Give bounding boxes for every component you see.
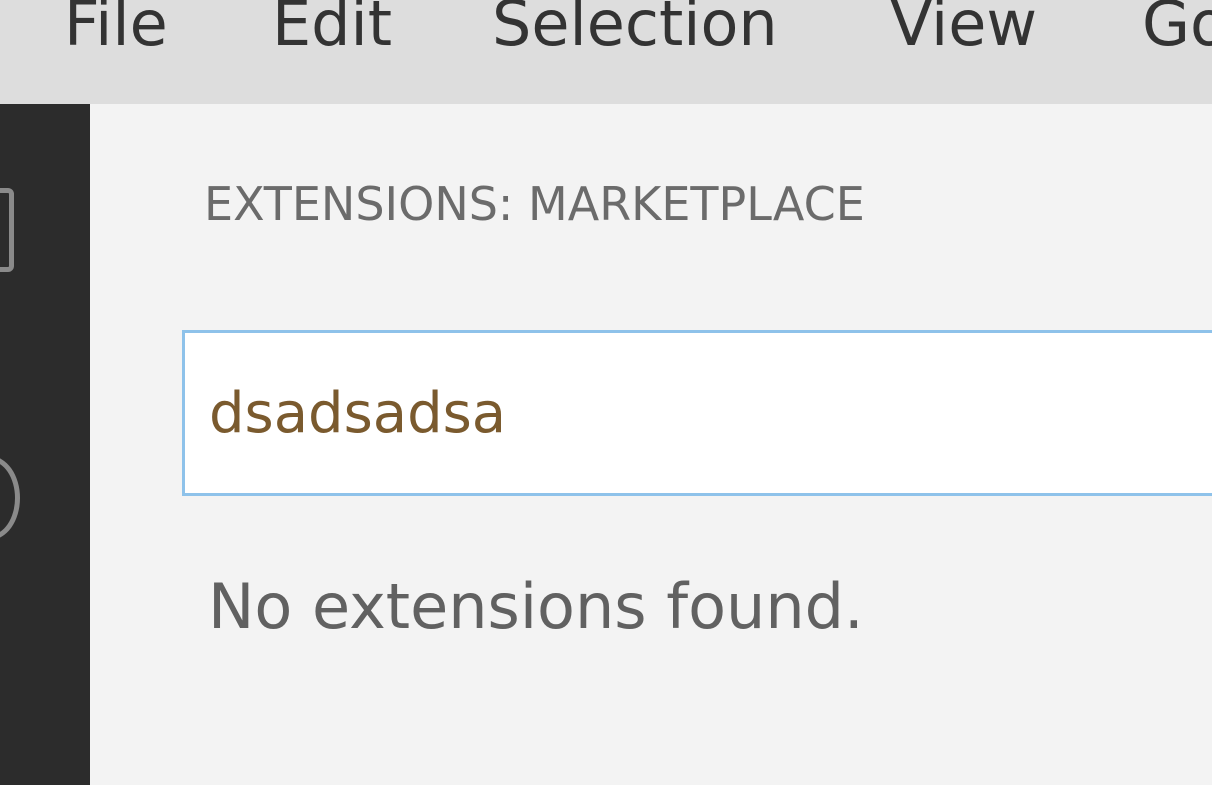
menu-item-go[interactable]: Go [1142,0,1212,64]
menu-item-edit[interactable]: Edit [272,0,392,64]
files-icon[interactable] [0,188,14,272]
search-icon[interactable] [0,456,20,540]
view-title: EXTENSIONS: MARKETPLACE [204,177,865,231]
activity-bar [0,104,90,785]
menu-item-file[interactable]: File [64,0,168,64]
menu-item-view[interactable]: View [890,0,1037,64]
no-results-message: No extensions found. [208,570,864,643]
extensions-search-input[interactable] [182,330,1212,496]
menu-bar: File Edit Selection View Go [0,0,1212,104]
extensions-sidebar: EXTENSIONS: MARKETPLACE No extensions fo… [90,104,1212,785]
menu-item-selection[interactable]: Selection [492,0,778,64]
